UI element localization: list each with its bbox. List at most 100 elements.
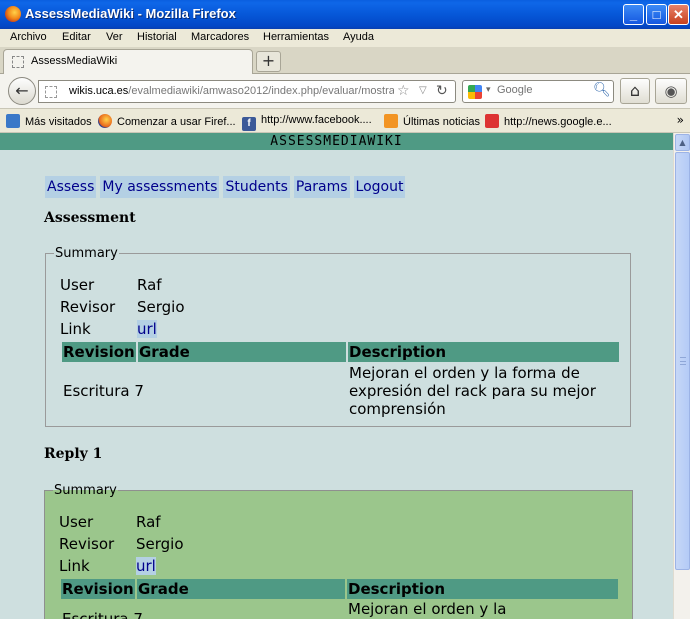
- bookmark-google-news[interactable]: http://news.google.e...: [485, 114, 612, 128]
- table-row: Escritura 7 Mejoran el orden y la: [61, 599, 618, 619]
- search-icon[interactable]: 🔍︎: [593, 82, 611, 98]
- nav-logout[interactable]: Logout: [353, 176, 406, 198]
- facebook-icon: f: [242, 117, 256, 131]
- folder-icon: [6, 114, 20, 128]
- tab-assessmediawiki[interactable]: AssessMediaWiki: [3, 49, 253, 74]
- scrollbar-thumb[interactable]: [675, 152, 690, 570]
- menu-marcadores[interactable]: Marcadores: [191, 31, 249, 43]
- revisor-row: Revisor Sergio: [60, 298, 185, 316]
- back-arrow-icon: ←: [15, 81, 29, 100]
- addon-button[interactable]: ◉: [655, 78, 687, 104]
- home-button[interactable]: ⌂: [620, 78, 650, 104]
- bookmarks-bar: Más visitados Comenzar a usar Firef... f…: [0, 110, 690, 133]
- description-header: Description: [348, 342, 619, 362]
- tab-label: AssessMediaWiki: [31, 55, 118, 67]
- menu-archivo[interactable]: Archivo: [10, 31, 47, 43]
- menu-ayuda[interactable]: Ayuda: [343, 31, 374, 43]
- url-link[interactable]: url: [136, 557, 156, 575]
- url-link[interactable]: url: [137, 320, 157, 338]
- revisor-label: Revisor: [59, 535, 115, 553]
- back-button[interactable]: ←: [8, 77, 36, 105]
- revision-cell: Escritura: [63, 382, 130, 400]
- bookmark-mas-visitados[interactable]: Más visitados: [6, 114, 92, 128]
- maximize-button[interactable]: □: [646, 4, 667, 25]
- window-titlebar: AssessMediaWiki - Mozilla Firefox _ □ ✕: [0, 0, 690, 29]
- bookmark-facebook[interactable]: f http://www.facebook....: [242, 114, 372, 131]
- summary-legend: Summary: [54, 483, 117, 498]
- revisor-label: Revisor: [60, 298, 116, 316]
- bookmark-label: Comenzar a usar Firef...: [117, 116, 236, 128]
- rss-icon: [384, 114, 398, 128]
- menu-herramientas[interactable]: Herramientas: [263, 31, 329, 43]
- reply-summary: Summary User Raf Revisor Sergio Link url Re…: [44, 483, 633, 619]
- vertical-scrollbar[interactable]: ▲: [673, 133, 690, 619]
- bookmark-label: Últimas noticias: [403, 116, 481, 128]
- menu-historial[interactable]: Historial: [137, 31, 177, 43]
- revisor-value: Sergio: [136, 535, 184, 553]
- revision-grade-cell: Escritura 7: [62, 362, 346, 420]
- user-value: Raf: [136, 513, 161, 531]
- search-input[interactable]: [497, 84, 587, 96]
- nav-params[interactable]: Params: [293, 176, 350, 198]
- grades-table: Revision Grade Description Escritura 7 M…: [59, 579, 620, 619]
- grade-header: Grade: [138, 342, 346, 362]
- description-header: Description: [347, 579, 618, 599]
- nav-my-assessments[interactable]: My assessments: [100, 176, 220, 198]
- link-label: Link: [59, 557, 90, 575]
- table-row: Escritura 7 Mejoran el orden y la forma …: [62, 362, 619, 420]
- revision-cell: Escritura: [62, 610, 129, 619]
- reload-icon[interactable]: ↻: [436, 83, 448, 99]
- reply-heading: Reply 1: [44, 446, 103, 462]
- grade-cell: 7: [133, 610, 143, 619]
- close-button[interactable]: ✕: [668, 4, 689, 25]
- site-header: ASSESSMEDIAWIKI: [0, 133, 673, 150]
- page-viewport: ASSESSMEDIAWIKI Assess My assessments St…: [0, 133, 673, 619]
- revisor-value: Sergio: [137, 298, 185, 316]
- url-bar[interactable]: wikis.uca.es/evalmediawiki/amwaso2012/in…: [38, 80, 456, 103]
- engine-dropdown-icon[interactable]: ▾: [486, 85, 491, 95]
- site-header-title: ASSESSMEDIAWIKI: [270, 134, 403, 149]
- scroll-up-arrow-icon[interactable]: ▲: [675, 134, 690, 151]
- search-bar[interactable]: ▾ 🔍︎: [462, 80, 614, 103]
- minimize-button[interactable]: _: [623, 4, 644, 25]
- bookmark-label: http://news.google.e...: [504, 116, 612, 128]
- menu-ver[interactable]: Ver: [106, 31, 123, 43]
- grades-table: Revision Grade Description Escritura 7 M…: [60, 342, 621, 420]
- nav-students[interactable]: Students: [223, 176, 290, 198]
- link-row: Link url: [60, 320, 157, 338]
- user-value: Raf: [137, 276, 162, 294]
- bookmarks-overflow-chevron[interactable]: »: [677, 113, 684, 127]
- navigation-toolbar: ← wikis.uca.es/evalmediawiki/amwaso2012/…: [0, 74, 690, 109]
- eye-icon: ◉: [664, 82, 678, 100]
- new-tab-button[interactable]: +: [256, 51, 281, 72]
- menu-editar[interactable]: Editar: [62, 31, 91, 43]
- user-row: User Raf: [59, 513, 161, 531]
- assessment-summary: Summary User Raf Revisor Sergio Link url Re…: [45, 246, 631, 427]
- news-icon: [485, 114, 499, 128]
- nav-assess[interactable]: Assess: [45, 176, 97, 198]
- revision-header: Revision: [61, 579, 135, 599]
- bookmark-label: http://www.facebook....: [261, 114, 372, 126]
- menu-bar: Archivo Editar Ver Historial Marcadores …: [0, 29, 690, 47]
- bookmark-label: Más visitados: [25, 116, 92, 128]
- link-label: Link: [60, 320, 91, 338]
- url-path: /evalmediawiki/amwaso2012/index.php/eval…: [128, 85, 394, 97]
- url-history-dropdown-icon[interactable]: ▽: [419, 85, 427, 96]
- revisor-row: Revisor Sergio: [59, 535, 184, 553]
- revision-header: Revision: [62, 342, 136, 362]
- home-icon: ⌂: [629, 81, 641, 100]
- description-cell: Mejoran el orden y la forma de expresión…: [349, 364, 596, 418]
- revision-grade-cell: Escritura 7: [61, 599, 345, 619]
- bookmark-comenzar[interactable]: Comenzar a usar Firef...: [98, 114, 236, 128]
- page-favicon-icon: [12, 56, 24, 68]
- summary-legend: Summary: [55, 246, 118, 261]
- site-identity-icon: [45, 86, 57, 98]
- description-cell: Mejoran el orden y la: [348, 600, 507, 618]
- bookmark-ultimas-noticias[interactable]: Últimas noticias: [384, 114, 480, 128]
- grade-cell: 7: [134, 382, 144, 400]
- google-engine-icon[interactable]: [468, 85, 482, 99]
- bookmark-star-icon[interactable]: ☆: [397, 83, 410, 99]
- url-text[interactable]: wikis.uca.es/evalmediawiki/amwaso2012/in…: [69, 85, 394, 97]
- grade-header: Grade: [137, 579, 345, 599]
- link-row: Link url: [59, 557, 156, 575]
